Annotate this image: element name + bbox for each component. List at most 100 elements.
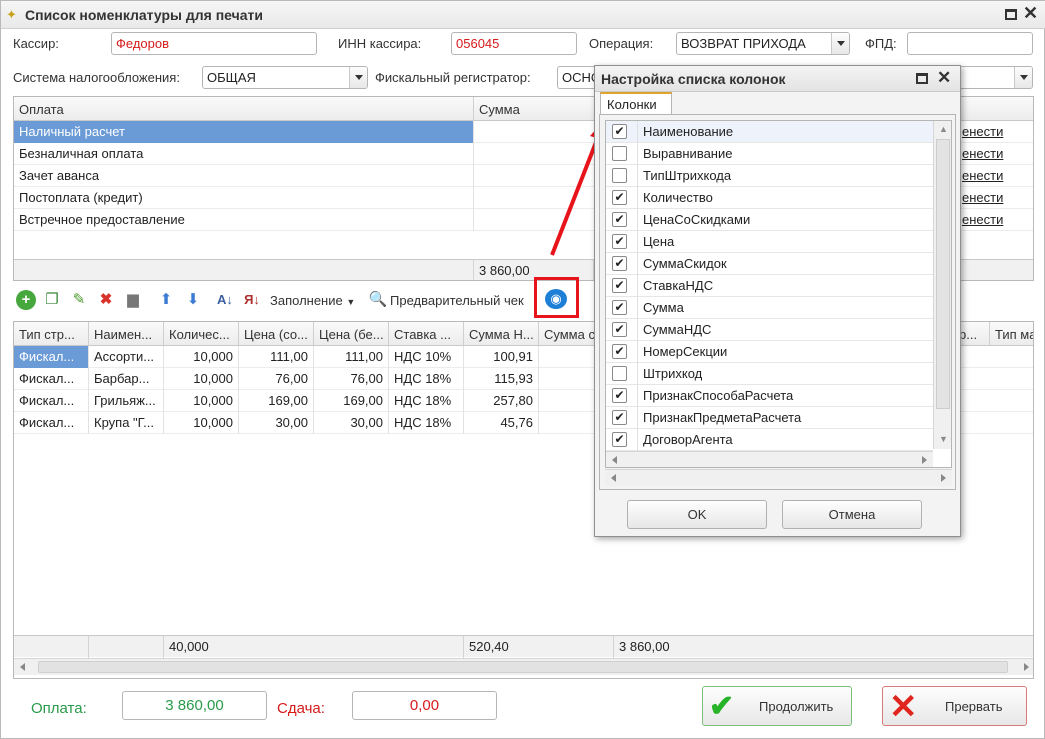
column-option[interactable]: ✔ СтавкаНДС — [606, 275, 933, 297]
fill-menu[interactable]: Заполнение ▼ — [270, 293, 355, 308]
scroll-down-icon[interactable]: ▼ — [939, 434, 948, 444]
column-header[interactable]: Цена (бе... — [314, 322, 389, 346]
scroll-left-icon[interactable] — [14, 659, 36, 675]
scroll-right-icon[interactable] — [911, 452, 933, 467]
save-icon[interactable]: ▆ — [123, 290, 143, 310]
chevron-down-icon[interactable] — [831, 33, 849, 54]
column-option[interactable]: Выравнивание — [606, 143, 933, 165]
column-option[interactable]: ✔ ПризнакПредметаРасчета — [606, 407, 933, 429]
horizontal-scrollbar[interactable] — [606, 451, 933, 467]
column-checkbox[interactable]: ✔ — [612, 212, 627, 227]
add-icon[interactable]: + — [16, 290, 36, 310]
column-checkbox[interactable]: ✔ — [612, 256, 627, 271]
tab-columns[interactable]: Колонки — [600, 92, 672, 115]
close-icon[interactable]: ✕ — [1023, 3, 1038, 24]
column-option[interactable]: ✔ ПризнакСпособаРасчета — [606, 385, 933, 407]
columns-dialog: Настройка списка колонок ✕ Колонки ✔ Наим… — [594, 65, 961, 537]
column-checkbox[interactable]: ✔ — [612, 190, 627, 205]
payment-name: Наличный расчет — [14, 121, 474, 143]
payment-transfer-link[interactable]: енести — [957, 121, 1033, 143]
scroll-up-icon[interactable]: ▲ — [939, 124, 948, 134]
column-header[interactable]: Количес... — [164, 322, 239, 346]
column-header[interactable]: Тип ма — [990, 322, 1033, 346]
preview-receipt-button[interactable]: Предварительный чек — [390, 293, 540, 308]
inn-field[interactable]: 056045 — [451, 32, 577, 55]
column-option[interactable]: ✔ СуммаСкидок — [606, 253, 933, 275]
panel-scrollbar[interactable] — [605, 469, 952, 486]
column-header-payment[interactable]: Оплата — [14, 97, 474, 121]
scroll-left-icon[interactable] — [605, 470, 627, 486]
delete-icon[interactable]: ✖ — [96, 290, 116, 310]
column-header[interactable]: Цена (со... — [239, 322, 314, 346]
scroll-left-icon[interactable] — [606, 452, 628, 467]
close-icon[interactable]: ✕ — [937, 68, 951, 88]
scroll-right-icon[interactable] — [930, 470, 952, 486]
maximize-icon[interactable] — [916, 73, 928, 84]
column-header[interactable]: Сумма Н... — [464, 322, 539, 346]
edit-icon[interactable]: ✎ — [69, 290, 89, 310]
column-option[interactable]: ✔ ДоговорАгента — [606, 429, 933, 451]
column-option[interactable]: ✔ СуммаНДС — [606, 319, 933, 341]
column-option[interactable]: Штрихкод — [606, 363, 933, 385]
column-header[interactable]: Ставка ... — [389, 322, 464, 346]
scroll-thumb[interactable] — [936, 139, 950, 409]
maximize-icon[interactable] — [1005, 9, 1017, 20]
divider — [637, 187, 638, 209]
column-header[interactable]: Тип стр... — [14, 322, 89, 346]
items-scrollbar[interactable] — [14, 658, 1033, 675]
continue-button[interactable]: ✔ Продолжить — [702, 686, 852, 726]
column-option-label: СуммаСкидок — [643, 256, 727, 271]
operation-value: ВОЗВРАТ ПРИХОДА — [681, 36, 806, 51]
chevron-down-icon[interactable] — [1014, 67, 1032, 88]
payment-transfer-link[interactable]: енести — [957, 165, 1033, 187]
column-checkbox[interactable] — [612, 146, 627, 161]
fpd-label: ФПД: — [865, 36, 897, 51]
column-checkbox[interactable]: ✔ — [612, 322, 627, 337]
sort-desc-icon[interactable]: Я↓ — [242, 290, 262, 310]
column-option[interactable]: ✔ Сумма — [606, 297, 933, 319]
column-option[interactable]: ✔ Наименование — [606, 121, 933, 143]
column-option[interactable]: ✔ Количество — [606, 187, 933, 209]
column-option[interactable]: ✔ ЦенаСоСкидками — [606, 209, 933, 231]
cell: Фискал... — [14, 390, 89, 412]
cell: 30,00 — [239, 412, 314, 434]
dialog-title: Настройка списка колонок — [601, 71, 786, 87]
arrow-down-icon[interactable]: ⬇ — [183, 290, 203, 310]
column-header[interactable]: Наимен... — [89, 322, 164, 346]
scroll-right-icon[interactable] — [1013, 659, 1033, 675]
column-checkbox[interactable]: ✔ — [612, 300, 627, 315]
sort-asc-icon[interactable]: A↓ — [215, 290, 235, 310]
column-option[interactable]: ТипШтрихкода — [606, 165, 933, 187]
abort-button[interactable]: ✕ Прервать — [882, 686, 1027, 726]
column-checkbox[interactable]: ✔ — [612, 344, 627, 359]
ok-button[interactable]: OK — [627, 500, 767, 529]
payment-transfer-link[interactable]: енести — [957, 143, 1033, 165]
column-option[interactable]: ✔ Цена — [606, 231, 933, 253]
column-option-label: СтавкаНДС — [643, 278, 714, 293]
vertical-scrollbar[interactable]: ▲ ▼ — [933, 121, 951, 449]
column-checkbox[interactable]: ✔ — [612, 432, 627, 447]
eye-icon[interactable]: ◉ — [545, 289, 567, 309]
column-checkbox[interactable]: ✔ — [612, 388, 627, 403]
columns-list: ✔ Наименование Выравнивание ТипШтрихкода ✔ Ко… — [605, 120, 952, 468]
scroll-thumb[interactable] — [38, 661, 1008, 673]
column-checkbox[interactable]: ✔ — [612, 234, 627, 249]
fpd-field[interactable] — [907, 32, 1033, 55]
total-sum-c: 3 860,00 — [614, 636, 1033, 658]
column-checkbox[interactable]: ✔ — [612, 124, 627, 139]
column-option[interactable]: ✔ НомерСекции — [606, 341, 933, 363]
copy-icon[interactable]: ❐ — [42, 290, 62, 310]
column-checkbox[interactable] — [612, 168, 627, 183]
arrow-up-icon[interactable]: ⬆ — [156, 290, 176, 310]
cancel-button[interactable]: Отмена — [782, 500, 922, 529]
column-checkbox[interactable]: ✔ — [612, 410, 627, 425]
payment-transfer-link[interactable]: енести — [957, 209, 1033, 231]
column-checkbox[interactable]: ✔ — [612, 278, 627, 293]
tax-select[interactable]: ОБЩАЯ — [202, 66, 368, 89]
payment-transfer-link[interactable]: енести — [957, 187, 1033, 209]
operation-select[interactable]: ВОЗВРАТ ПРИХОДА — [676, 32, 850, 55]
chevron-down-icon[interactable] — [349, 67, 367, 88]
cashier-field[interactable]: Федоров — [111, 32, 317, 55]
divider — [637, 209, 638, 231]
column-checkbox[interactable] — [612, 366, 627, 381]
